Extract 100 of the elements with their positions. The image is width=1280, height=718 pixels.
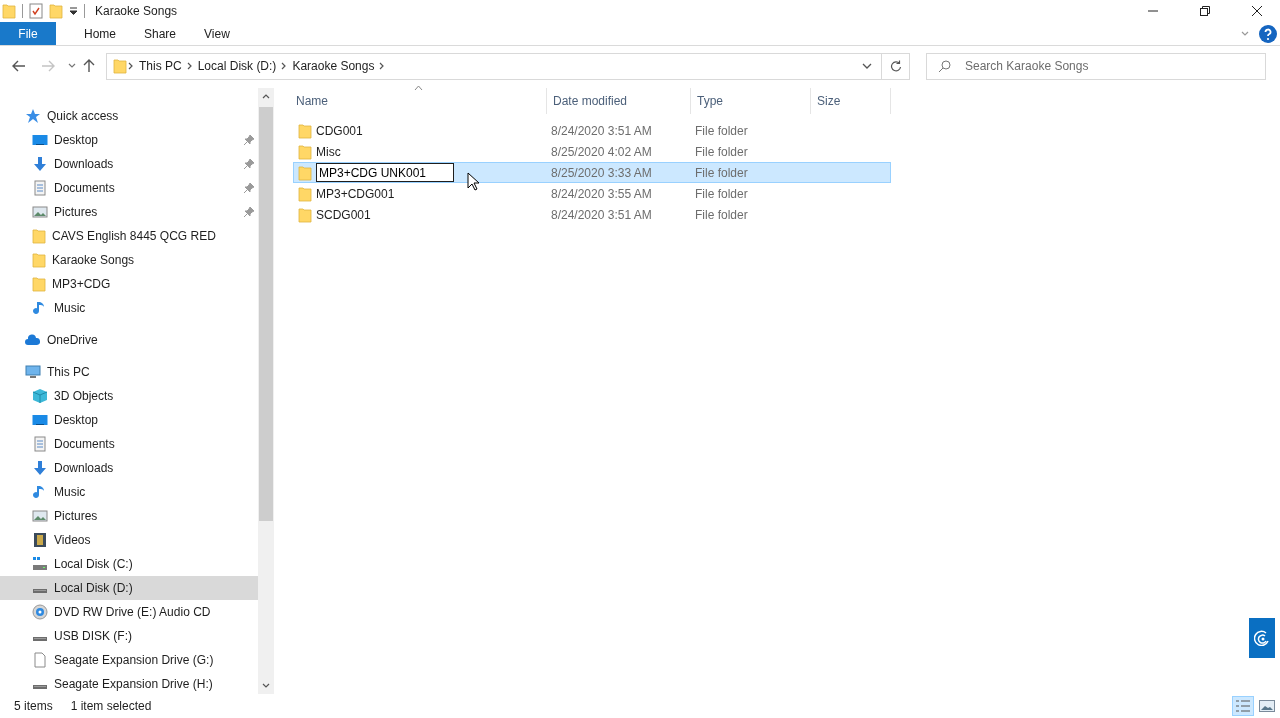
sidebar-item[interactable]: OneDrive	[0, 328, 258, 352]
breadcrumb[interactable]: Local Disk (D:)	[193, 59, 281, 73]
sidebar-item[interactable]: This PC	[0, 360, 258, 384]
search-field[interactable]: Search Karaoke Songs	[926, 52, 1266, 80]
caret-icon	[862, 63, 872, 69]
ribbon-tab[interactable]: Share	[130, 22, 191, 45]
date-cell-text: 8/24/2020 3:55 AM	[551, 186, 653, 201]
sidebar-item[interactable]: Pictures	[0, 504, 258, 528]
folder-icon	[32, 252, 46, 268]
chevron-icon	[185, 62, 194, 70]
sidebar-item[interactable]: Downloads	[0, 152, 258, 176]
forward-arrow-icon	[41, 60, 55, 72]
sidebar-item[interactable]: Pictures	[0, 200, 258, 224]
back-arrow-icon	[12, 60, 26, 72]
folder-icon	[298, 164, 312, 181]
drive-icon	[33, 685, 47, 689]
properties-icon[interactable]	[29, 3, 43, 19]
column-header[interactable]: Type	[691, 88, 811, 114]
pin-icon[interactable]	[244, 135, 254, 145]
drive-icon	[32, 556, 48, 572]
address-bar[interactable]: This PC Local Disk (D:) Karaoke Songs	[106, 52, 882, 80]
dropdown-icon[interactable]	[69, 7, 78, 15]
pin-icon[interactable]	[244, 159, 254, 169]
type-cell-text: File folder	[695, 144, 749, 159]
refresh-button[interactable]	[882, 52, 910, 80]
minimize-icon	[1148, 10, 1158, 12]
scroll-up-icon	[262, 92, 270, 101]
type-cell-text: File folder	[695, 186, 749, 201]
pin-icon[interactable]	[244, 183, 254, 193]
expand-ribbon-icon	[1241, 29, 1249, 38]
sidebar-item[interactable]: Seagate Expansion Drive (G:)	[0, 648, 258, 672]
document-icon	[32, 436, 48, 452]
column-header[interactable]: Name	[293, 88, 547, 114]
picture-icon	[32, 204, 48, 220]
sidebar-item[interactable]: Desktop	[0, 128, 258, 152]
computer-icon	[25, 364, 41, 380]
file-row[interactable]: MP3+CDG001 8/24/2020 3:55 AM File folder	[293, 183, 891, 204]
ribbon-tab[interactable]: Home	[70, 22, 130, 45]
date-cell-text: 8/24/2020 3:51 AM	[551, 207, 653, 222]
window-title: Karaoke Songs	[95, 4, 179, 18]
breadcrumb[interactable]: Karaoke Songs	[288, 59, 379, 73]
download-arrow-icon	[32, 156, 48, 172]
type-cell-text: File folder	[695, 207, 749, 222]
sidebar-item[interactable]: Music	[0, 296, 258, 320]
refresh-icon	[889, 60, 902, 72]
file-name: MP3+CDG001	[316, 186, 395, 201]
selection-count: 1 item selected	[70, 699, 152, 713]
sidebar-item[interactable]: Local Disk (C:)	[0, 552, 258, 576]
file-row[interactable]: CDG001 8/24/2020 3:51 AM File folder	[293, 120, 891, 141]
sidebar-item[interactable]: Documents	[0, 432, 258, 456]
sidebar-item[interactable]: Seagate Expansion Drive (H:)	[0, 672, 258, 694]
cube-icon	[32, 388, 48, 404]
breadcrumb[interactable]: This PC	[135, 59, 186, 73]
file-row[interactable]: MP3+CDG UNK001 8/25/2020 3:33 AM File folder	[293, 162, 891, 183]
drive-icon	[33, 637, 47, 641]
sidebar-item[interactable]: Videos	[0, 528, 258, 552]
details-view-button[interactable]	[1232, 696, 1254, 716]
rename-field[interactable]: MP3+CDG UNK001	[316, 163, 454, 182]
date-cell-text: 8/25/2020 4:02 AM	[551, 144, 653, 159]
pin-icon[interactable]	[244, 207, 254, 217]
mouse-pointer-icon	[467, 172, 480, 191]
sidebar-item[interactable]: Local Disk (D:)	[0, 576, 258, 600]
download-arrow-icon	[32, 460, 48, 476]
restore-icon	[1200, 6, 1210, 16]
sidebar-item[interactable]: Downloads	[0, 456, 258, 480]
sidebar-item[interactable]: 3D Objects	[0, 384, 258, 408]
folder-icon	[32, 228, 46, 244]
cloud-icon	[25, 332, 41, 348]
desktop-icon	[32, 132, 48, 148]
sidebar-item[interactable]: DVD RW Drive (E:) Audio CD	[0, 600, 258, 624]
file-name: CDG001	[316, 123, 363, 138]
column-header[interactable]: Date modified	[547, 88, 691, 114]
sidebar-item[interactable]: Music	[0, 480, 258, 504]
help-icon[interactable]	[1259, 24, 1277, 43]
scrollbar[interactable]	[258, 88, 274, 694]
file-row[interactable]: Misc 8/25/2020 4:02 AM File folder	[293, 141, 891, 162]
film-icon	[32, 532, 48, 548]
date-cell-text: 8/24/2020 3:51 AM	[551, 123, 653, 138]
folder-icon	[298, 143, 312, 160]
file-name: SCDG001	[316, 207, 371, 222]
sidebar-item[interactable]: CAVS English 8445 QCG RED	[0, 224, 258, 248]
column-header[interactable]: Size	[811, 88, 891, 114]
type-cell-text: File folder	[695, 165, 749, 180]
sidebar-item[interactable]: Karaoke Songs	[0, 248, 258, 272]
sidebar-item[interactable]: USB DISK (F:)	[0, 624, 258, 648]
document-icon	[32, 180, 48, 196]
file-tab[interactable]: File	[0, 22, 56, 45]
sidebar-item[interactable]: Quick access	[0, 104, 258, 128]
folder-icon	[32, 276, 46, 292]
sidebar-item[interactable]: Desktop	[0, 408, 258, 432]
desktop-icon	[32, 412, 48, 428]
floating-app-button[interactable]	[1249, 618, 1275, 658]
type-cell-text: File folder	[695, 123, 749, 138]
ribbon-tab[interactable]: View	[190, 22, 244, 45]
new-folder-icon	[49, 3, 63, 19]
caret-icon	[68, 62, 76, 70]
sidebar-item[interactable]: Documents	[0, 176, 258, 200]
file-row[interactable]: SCDG001 8/24/2020 3:51 AM File folder	[293, 204, 891, 225]
star-icon	[25, 108, 41, 124]
sidebar-item[interactable]: MP3+CDG	[0, 272, 258, 296]
